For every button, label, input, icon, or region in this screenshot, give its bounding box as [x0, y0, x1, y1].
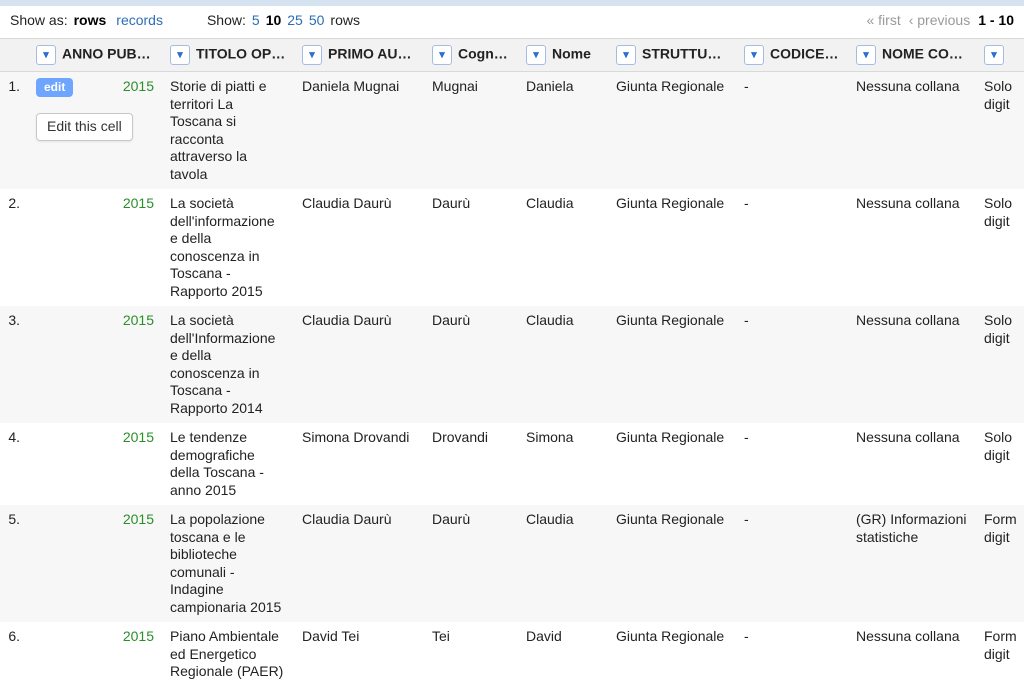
cell-nome[interactable]: Simona: [518, 423, 608, 505]
cell-nome[interactable]: David: [518, 622, 608, 687]
cell-extra[interactable]: Solo digit: [976, 189, 1024, 306]
row-index: 4.: [0, 423, 28, 505]
cell-struttura[interactable]: Giunta Regionale: [608, 306, 736, 423]
facet-button[interactable]: ▾: [302, 45, 322, 65]
header-nome[interactable]: ▾ Nome: [518, 39, 608, 72]
cell-primo[interactable]: David Tei: [294, 622, 424, 687]
table-row: 4.2015Le tendenze demografiche della Tos…: [0, 423, 1024, 505]
row-index: 3.: [0, 306, 28, 423]
cell-cognome[interactable]: Tei: [424, 622, 518, 687]
cell-titolo[interactable]: La società dell'informazione e della con…: [162, 189, 294, 306]
header-titolo[interactable]: ▾ TITOLO OPERA: [162, 39, 294, 72]
data-grid: ▾ ANNO PUBBLIC. ▾ TITOLO OPERA ▾ PRIMO AUTO…: [0, 38, 1024, 687]
cell-collana[interactable]: Nessuna collana: [848, 423, 976, 505]
cell-collana[interactable]: Nessuna collana: [848, 72, 976, 190]
row-index: 2.: [0, 189, 28, 306]
header-label: Cognome: [458, 46, 518, 62]
cell-cognome[interactable]: Mugnai: [424, 72, 518, 190]
cell-cognome[interactable]: Daurù: [424, 306, 518, 423]
edit-cell-tooltip[interactable]: Edit this cell: [36, 113, 133, 141]
header-collana[interactable]: ▾ NOME COLLANA: [848, 39, 976, 72]
cell-primo[interactable]: Claudia Daurù: [294, 306, 424, 423]
cell-isbn[interactable]: -: [736, 622, 848, 687]
cell-titolo[interactable]: Le tendenze demografiche della Toscana -…: [162, 423, 294, 505]
cell-titolo[interactable]: Storie di piatti e territori La Toscana …: [162, 72, 294, 190]
view-mode-rows[interactable]: rows: [74, 12, 107, 28]
facet-button[interactable]: ▾: [984, 45, 1004, 65]
cell-anno[interactable]: edit2015Edit this cell: [28, 72, 162, 190]
cell-anno[interactable]: 2015: [28, 189, 162, 306]
header-anno[interactable]: ▾ ANNO PUBBLIC.: [28, 39, 162, 72]
cell-isbn[interactable]: -: [736, 306, 848, 423]
cell-collana[interactable]: Nessuna collana: [848, 622, 976, 687]
cell-titolo[interactable]: La società dell'Informazione e della con…: [162, 306, 294, 423]
header-label: STRUTTURA CH: [642, 46, 736, 62]
cell-extra[interactable]: Solo digit: [976, 306, 1024, 423]
pager-previous[interactable]: ‹ previous: [909, 12, 970, 28]
cell-titolo[interactable]: Piano Ambientale ed Energetico Regionale…: [162, 622, 294, 687]
header-index: [0, 39, 28, 72]
view-mode-records[interactable]: records: [116, 12, 163, 28]
header-label: ANNO PUBBLIC.: [62, 46, 162, 62]
facet-button[interactable]: ▾: [616, 45, 636, 65]
facet-button[interactable]: ▾: [432, 45, 452, 65]
header-row: ▾ ANNO PUBBLIC. ▾ TITOLO OPERA ▾ PRIMO AUTO…: [0, 39, 1024, 72]
page-size-5[interactable]: 5: [252, 12, 260, 28]
page-size-50[interactable]: 50: [309, 12, 325, 28]
cell-isbn[interactable]: -: [736, 189, 848, 306]
header-label: Nome: [552, 46, 591, 62]
cell-extra[interactable]: Solo digit: [976, 72, 1024, 190]
header-label: TITOLO OPERA: [196, 46, 294, 62]
cell-struttura[interactable]: Giunta Regionale: [608, 423, 736, 505]
cell-nome[interactable]: Daniela: [518, 72, 608, 190]
facet-button[interactable]: ▾: [36, 45, 56, 65]
facet-button[interactable]: ▾: [744, 45, 764, 65]
header-label: PRIMO AUTORE: [328, 46, 424, 62]
cell-struttura[interactable]: Giunta Regionale: [608, 72, 736, 190]
cell-extra[interactable]: Form digit: [976, 622, 1024, 687]
facet-button[interactable]: ▾: [170, 45, 190, 65]
cell-collana[interactable]: Nessuna collana: [848, 189, 976, 306]
table-row: 6.2015Piano Ambientale ed Energetico Reg…: [0, 622, 1024, 687]
cell-nome[interactable]: Claudia: [518, 189, 608, 306]
header-label: NOME COLLANA: [882, 46, 976, 62]
page-size-10[interactable]: 10: [266, 12, 282, 28]
rows-label: rows: [330, 12, 360, 28]
table-row: 1.edit2015Edit this cellStorie di piatti…: [0, 72, 1024, 190]
facet-button[interactable]: ▾: [856, 45, 876, 65]
cell-cognome[interactable]: Daurù: [424, 189, 518, 306]
cell-anno[interactable]: 2015: [28, 622, 162, 687]
cell-primo[interactable]: Daniela Mugnai: [294, 72, 424, 190]
header-isbn[interactable]: ▾ CODICE ISBN: [736, 39, 848, 72]
cell-anno[interactable]: 2015: [28, 306, 162, 423]
cell-isbn[interactable]: -: [736, 72, 848, 190]
header-cognome[interactable]: ▾ Cognome: [424, 39, 518, 72]
cell-struttura[interactable]: Giunta Regionale: [608, 622, 736, 687]
header-label: CODICE ISBN: [770, 46, 848, 62]
header-extra[interactable]: ▾: [976, 39, 1024, 72]
cell-primo[interactable]: Simona Drovandi: [294, 423, 424, 505]
cell-isbn[interactable]: -: [736, 423, 848, 505]
table-row: 2.2015La società dell'informazione e del…: [0, 189, 1024, 306]
cell-extra[interactable]: Solo digit: [976, 423, 1024, 505]
cell-anno[interactable]: 2015: [28, 423, 162, 505]
pager-range: 1 - 10: [978, 12, 1014, 28]
facet-button[interactable]: ▾: [526, 45, 546, 65]
edit-pill[interactable]: edit: [36, 78, 73, 97]
cell-nome[interactable]: Claudia: [518, 306, 608, 423]
row-index: 1.: [0, 72, 28, 190]
cell-struttura[interactable]: Giunta Regionale: [608, 189, 736, 306]
show-count-label: Show:: [207, 12, 246, 28]
cell-collana[interactable]: Nessuna collana: [848, 306, 976, 423]
view-toolbar: Show as: rows records Show: 5 10 25 50 r…: [0, 6, 1024, 38]
row-index: 6.: [0, 622, 28, 687]
pager-first[interactable]: « first: [866, 12, 900, 28]
header-primo[interactable]: ▾ PRIMO AUTORE: [294, 39, 424, 72]
cell-primo[interactable]: Claudia Daurù: [294, 189, 424, 306]
header-struttura[interactable]: ▾ STRUTTURA CH: [608, 39, 736, 72]
table-row: 3.2015La società dell'Informazione e del…: [0, 306, 1024, 423]
cell-cognome[interactable]: Drovandi: [424, 423, 518, 505]
page-size-25[interactable]: 25: [287, 12, 303, 28]
show-as-label: Show as:: [10, 12, 68, 28]
